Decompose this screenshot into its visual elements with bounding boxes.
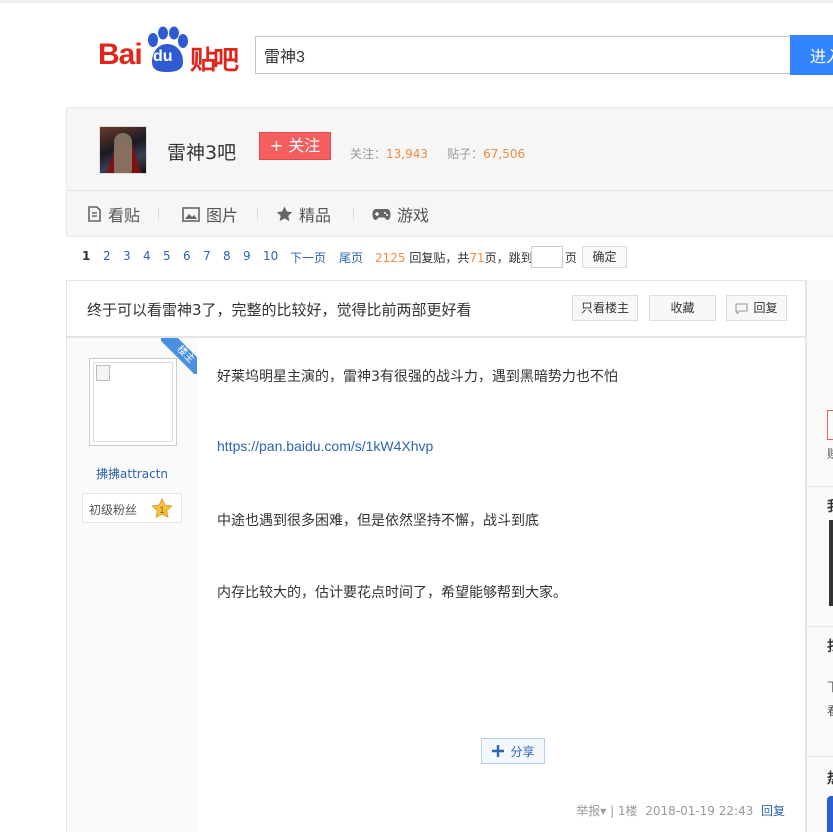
thread-title: 终于可以看雷神3了，完整的比较好，觉得比前两部更好看	[87, 301, 472, 319]
forum-tabs: 看贴 图片 精品 游戏	[67, 190, 833, 237]
sidebar-text: 赚	[827, 445, 833, 462]
baidu-tieba-logo[interactable]: Bai du 贴吧	[98, 26, 239, 76]
tab-posts-label: 看贴	[108, 206, 141, 225]
top-border	[0, 0, 833, 3]
forum-name[interactable]: 雷神3吧	[167, 138, 236, 165]
sidebar-text: 看	[827, 702, 833, 719]
report-link[interactable]: 举报	[576, 804, 600, 818]
owner-badge: 楼主	[161, 338, 197, 374]
post-footer: 举报▾ | 1楼 2018-01-19 22:43 回复	[576, 804, 785, 818]
thread-header: 终于可以看雷神3了，完整的比较好，觉得比前两部更好看 只看楼主 收藏 回复	[66, 280, 806, 338]
page-link[interactable]: 7	[203, 249, 211, 263]
share-label: 分享	[510, 744, 535, 759]
tab-divider	[353, 208, 354, 220]
page-link[interactable]: 4	[143, 249, 151, 263]
reply-suffix: 回复贴，共	[409, 251, 470, 265]
sidebar-text: 下	[827, 678, 833, 695]
tab-games[interactable]: 游戏	[372, 203, 429, 225]
share-link[interactable]: https://pan.baidu.com/s/1kW4Xhvp	[217, 438, 433, 454]
reply-button-label: 回复	[753, 301, 778, 315]
sidebar-heading: 我	[827, 496, 833, 516]
forum-card: 雷神3吧 + 关注 关注：13,943 贴子：67,506 看贴 图片 精品 游…	[66, 107, 833, 237]
sidebar-heading: 热	[827, 768, 833, 788]
page-link[interactable]: 6	[183, 249, 191, 263]
pagination: 1 2 3 4 5 6 7 8 9 10 下一页 尾页 2125 回复贴，共71…	[66, 238, 806, 278]
last-page-link[interactable]: 尾页	[339, 249, 363, 266]
post-count: 67,506	[483, 147, 526, 161]
level-badge[interactable]: 初级粉丝 1	[82, 493, 182, 523]
jump-label: 页，跳到	[484, 251, 533, 265]
follow-count-label: 关注：	[350, 147, 387, 161]
reply-summary: 2125 回复贴，共71页，跳到	[375, 249, 533, 266]
document-icon	[88, 206, 101, 222]
plus-icon	[492, 745, 505, 757]
only-op-button[interactable]: 只看楼主	[572, 295, 638, 321]
page-unit: 页	[565, 251, 578, 265]
tab-featured-label: 精品	[299, 206, 332, 225]
post-text-line: 内存比较大的，估计要花点时间了，希望能够帮到大家。	[217, 585, 567, 601]
logo-tieba-text: 贴吧	[190, 46, 239, 76]
logo-bai-text: Bai	[98, 38, 143, 71]
favorite-button[interactable]: 收藏	[649, 295, 716, 321]
page-current: 1	[82, 249, 91, 263]
tab-games-label: 游戏	[397, 206, 430, 225]
divider	[807, 626, 833, 627]
page-link[interactable]: 10	[263, 249, 278, 263]
tab-posts[interactable]: 看贴	[87, 203, 140, 225]
floor-number: 1楼	[617, 804, 638, 818]
next-page-link[interactable]: 下一页	[290, 249, 326, 266]
jump-confirm-button[interactable]: 确定	[582, 246, 627, 268]
author-name[interactable]: 拂拂attractn	[67, 465, 197, 482]
chevron-down-icon[interactable]: ▾	[600, 804, 606, 818]
avatar-frame	[93, 362, 173, 442]
reply-count: 2125	[375, 251, 406, 265]
share-button[interactable]: 分享	[481, 738, 545, 764]
sidebar-blue-button[interactable]	[827, 796, 833, 832]
page-link[interactable]: 8	[223, 249, 231, 263]
broken-image-icon	[96, 365, 110, 381]
level-title: 初级粉丝	[89, 503, 138, 517]
post-text-line: 中途也遇到很多困难，但是依然坚持不懈，战斗到底	[217, 513, 539, 529]
post-text-line: 好莱坞明星主演的，雷神3有很强的战斗力，遇到黑暗势力也不怕	[217, 369, 618, 385]
forum-avatar[interactable]	[99, 126, 147, 174]
enter-forum-button[interactable]: 进入	[790, 35, 833, 75]
page-link[interactable]: 9	[243, 249, 251, 263]
post-floor-1: 拂拂attractn 初级粉丝 1 楼主 好莱坞明星主演的，雷神3有很强的战斗力…	[66, 338, 806, 832]
tab-featured[interactable]: 精品	[276, 203, 331, 225]
logo-du-text: du	[153, 48, 173, 65]
page-link[interactable]: 2	[103, 249, 111, 263]
jump-page-input[interactable]	[531, 246, 563, 268]
right-sidebar: 赚 我 扫 下 看 热	[806, 280, 833, 832]
sidebar-heading: 扫	[827, 636, 833, 656]
star-icon	[276, 206, 293, 222]
gamepad-icon	[372, 209, 391, 220]
tab-divider	[158, 208, 159, 220]
forum-stats: 关注：13,943 贴子：67,506	[350, 145, 525, 162]
page-link[interactable]: 3	[123, 249, 131, 263]
level-star-icon: 1	[151, 498, 173, 519]
follow-count: 13,943	[386, 147, 429, 161]
tab-images[interactable]: 图片	[182, 203, 238, 225]
total-pages: 71	[469, 251, 485, 265]
divider	[807, 486, 833, 487]
post-count-label: 贴子：	[447, 147, 484, 161]
image-icon	[182, 206, 200, 222]
sidebar-image[interactable]	[829, 520, 833, 606]
search-input[interactable]	[255, 36, 791, 74]
tab-divider	[257, 208, 258, 220]
divider	[807, 756, 833, 757]
sidebar-button-edge[interactable]	[827, 410, 833, 440]
author-column: 拂拂attractn 初级粉丝 1	[67, 338, 197, 832]
owner-badge-text: 楼主	[161, 338, 197, 374]
comment-icon	[735, 302, 749, 314]
tab-images-label: 图片	[206, 206, 239, 225]
reply-link[interactable]: 回复	[761, 804, 785, 818]
post-time: 2018-01-19 22:43	[645, 804, 754, 818]
follow-button[interactable]: + 关注	[259, 132, 331, 160]
avatar-figure	[114, 133, 132, 173]
reply-button[interactable]: 回复	[726, 295, 787, 321]
page-link[interactable]: 5	[163, 249, 171, 263]
level-number: 1	[159, 505, 164, 515]
